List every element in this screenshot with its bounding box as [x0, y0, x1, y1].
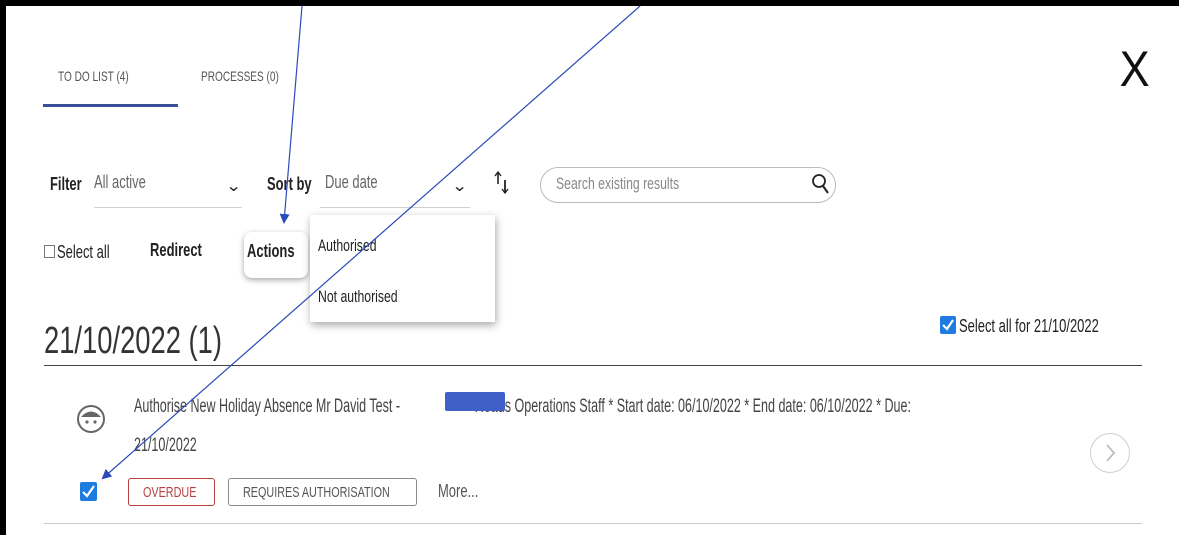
actions-button[interactable]: Actions	[247, 241, 295, 262]
filter-dropdown-value[interactable]: All active	[94, 172, 146, 193]
close-button[interactable]: X	[1120, 44, 1150, 94]
search-icon[interactable]	[811, 172, 831, 196]
task-text-prefix: Authorise New Holiday Absence Mr David T…	[134, 396, 404, 417]
overdue-badge-label: OVERDUE	[143, 484, 197, 501]
sort-by-label: Sort by	[267, 174, 312, 194]
task-description-line2[interactable]: 21/10/2022	[134, 435, 197, 457]
select-all-label[interactable]: Select all	[57, 242, 110, 263]
tab-processes[interactable]: PROCESSES (0)	[201, 68, 279, 84]
chevron-right-icon	[1106, 444, 1116, 462]
redirect-button[interactable]: Redirect	[150, 240, 202, 261]
filter-dropdown-underline	[94, 207, 242, 208]
menu-item-authorised[interactable]: Authorised	[318, 236, 377, 256]
sort-dropdown-underline	[320, 207, 470, 208]
tab-to-do-list[interactable]: TO DO LIST (4)	[58, 68, 129, 84]
filter-chevron-down-icon[interactable]: ⌄	[226, 176, 242, 196]
select-all-for-date-checkbox[interactable]	[940, 316, 956, 334]
row-divider	[44, 523, 1142, 524]
requires-authorisation-badge-label: REQUIRES AUTHORISATION	[243, 484, 390, 501]
task-checkbox[interactable]	[80, 482, 97, 501]
date-group-heading: 21/10/2022 (1)	[44, 320, 222, 362]
checkmark-icon	[82, 485, 95, 498]
sort-dropdown-value[interactable]: Due date	[325, 172, 378, 193]
sort-chevron-down-icon[interactable]: ⌄	[452, 176, 468, 196]
search-placeholder: Search existing results	[556, 174, 680, 193]
select-all-checkbox[interactable]	[44, 245, 55, 258]
task-text-suffix: * Roads Operations Staff * Start date: 0…	[462, 396, 911, 417]
more-link[interactable]: More...	[438, 481, 478, 502]
filter-label: Filter	[50, 174, 82, 194]
sort-direction-icon[interactable]	[494, 170, 510, 196]
checkmark-icon	[942, 319, 954, 331]
redaction-box	[445, 392, 505, 411]
task-description-line1[interactable]: Authorise New Holiday Absence Mr David T…	[134, 396, 911, 418]
menu-item-not-authorised[interactable]: Not authorised	[318, 287, 398, 307]
user-avatar-icon	[77, 405, 105, 433]
open-task-button[interactable]	[1090, 433, 1130, 473]
active-tab-indicator	[43, 104, 178, 107]
group-divider	[44, 365, 1142, 366]
select-all-for-date-label[interactable]: Select all for 21/10/2022	[959, 316, 1099, 337]
